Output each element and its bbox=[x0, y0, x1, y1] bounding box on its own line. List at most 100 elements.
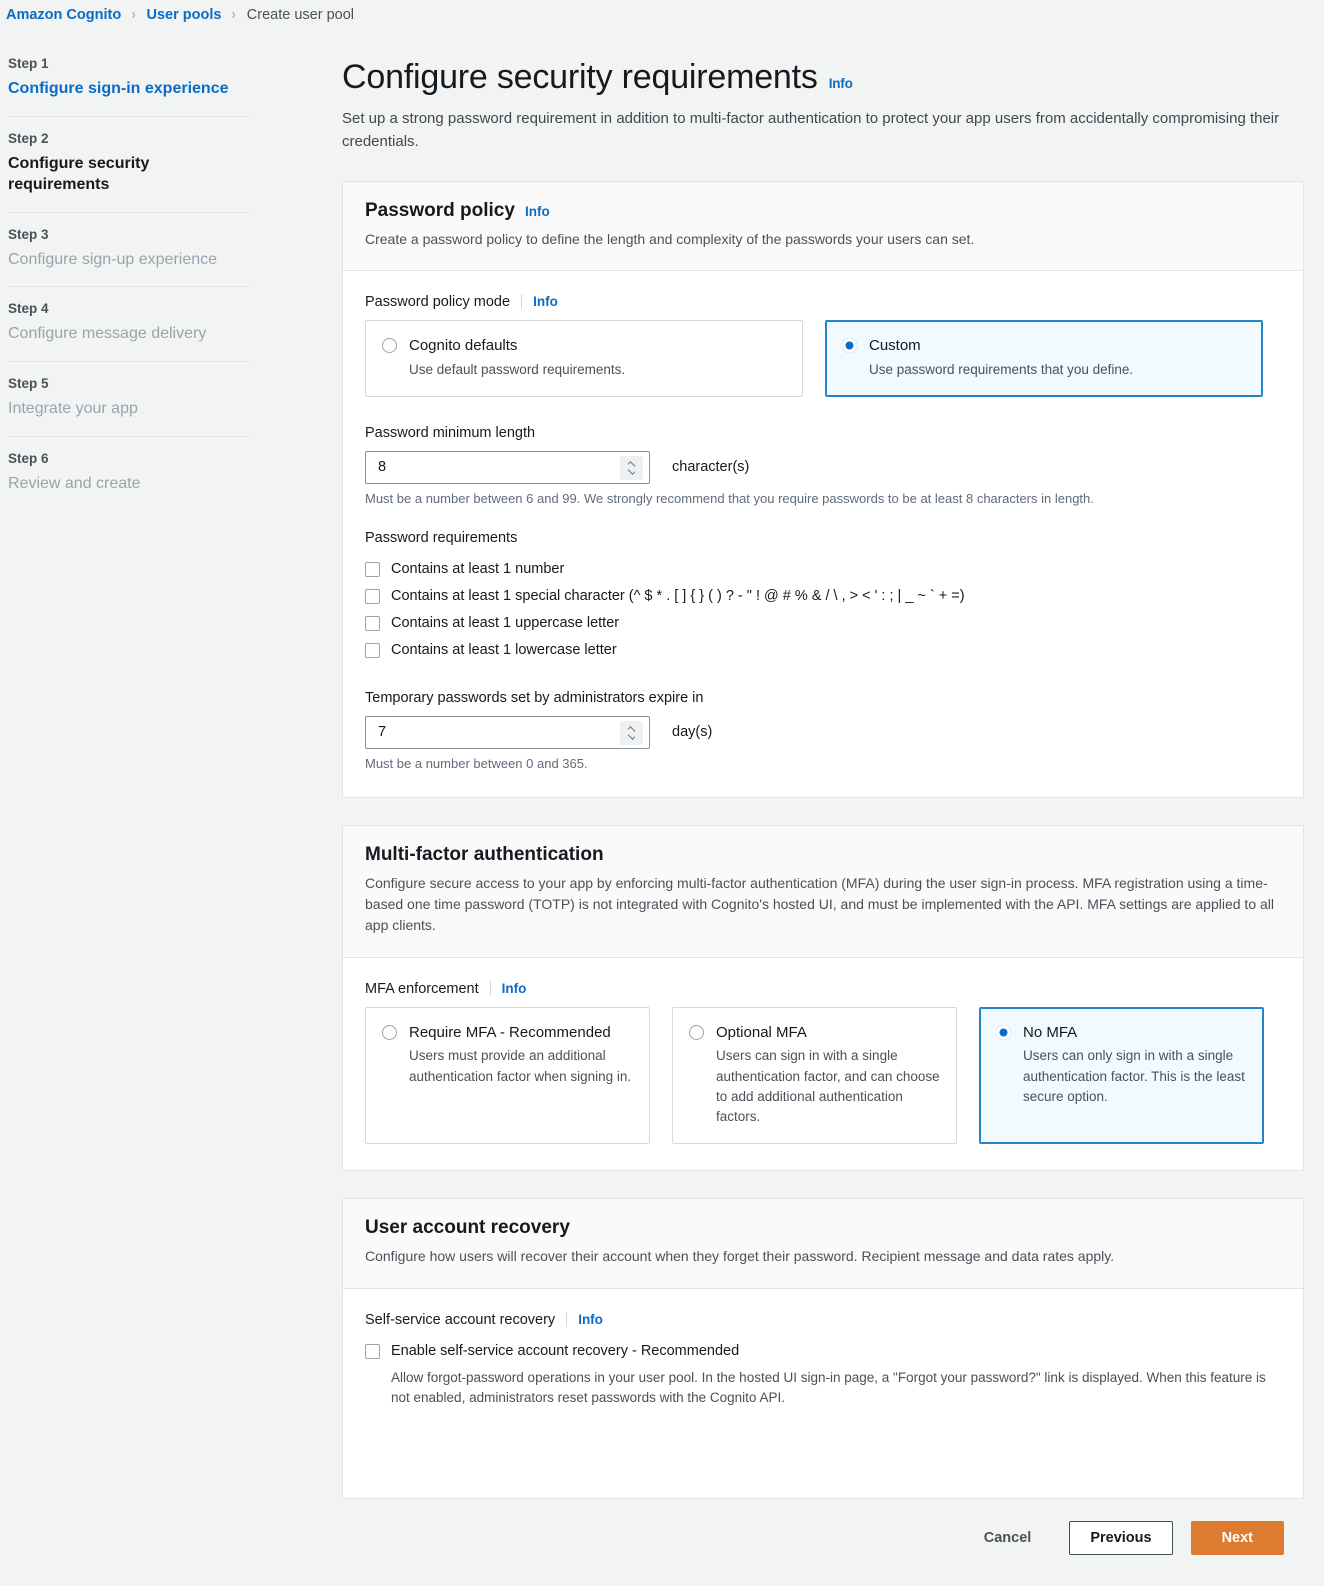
password-policy-title: Password policy Info bbox=[365, 200, 1281, 222]
radio-icon-selected[interactable] bbox=[996, 1024, 1011, 1040]
mfa-card: Multi-factor authentication Configure se… bbox=[342, 824, 1304, 1172]
radio-tile-cognito-defaults[interactable]: Cognito defaults Use default password re… bbox=[365, 319, 803, 397]
chevron-right-icon: › bbox=[131, 6, 136, 23]
radio-icon-unselected[interactable] bbox=[382, 1024, 397, 1040]
radio-icon-unselected[interactable] bbox=[382, 337, 397, 353]
sidebar-item-step-5: Step 5 Integrate your app bbox=[8, 362, 250, 437]
sidebar-item-label: Configure message delivery bbox=[8, 325, 207, 343]
checkbox-label: Contains at least 1 uppercase letter bbox=[391, 614, 620, 631]
label-divider bbox=[489, 981, 491, 997]
mfa-enforcement-label-row: MFA enforcement Info bbox=[365, 981, 1281, 997]
password-min-length-input-wrap[interactable] bbox=[365, 450, 650, 484]
number-stepper[interactable] bbox=[620, 720, 643, 745]
radio-tile-title: No MFA bbox=[1023, 1023, 1078, 1041]
temp-password-expiry-input-wrap[interactable] bbox=[365, 715, 650, 749]
checkbox-row-contains-number[interactable]: Contains at least 1 number bbox=[365, 556, 1281, 583]
temp-password-expiry-help: Must be a number between 0 and 365. bbox=[365, 755, 588, 771]
password-policy-mode-info-link[interactable]: Info bbox=[533, 294, 558, 309]
radio-tile-description: Users can only sign in with a single aut… bbox=[1023, 1048, 1245, 1104]
password-min-length-input[interactable] bbox=[376, 458, 639, 477]
breadcrumb: Amazon Cognito › User pools › Create use… bbox=[0, 0, 1324, 26]
sidebar-item-step-2[interactable]: Step 2 Configure security requirements bbox=[8, 117, 250, 213]
checkbox-row-contains-lowercase[interactable]: Contains at least 1 lowercase letter bbox=[365, 637, 1281, 664]
radio-icon-selected[interactable] bbox=[842, 337, 857, 353]
checkbox-icon[interactable] bbox=[365, 615, 380, 631]
radio-tile-title: Optional MFA bbox=[716, 1023, 807, 1041]
password-min-length-help: Must be a number between 6 and 99. We st… bbox=[365, 490, 1094, 506]
checkbox-row-enable-self-service-recovery[interactable]: Enable self-service account recovery - R… bbox=[365, 1338, 1281, 1365]
radio-tile-no-mfa[interactable]: No MFA Users can only sign in with a sin… bbox=[979, 1006, 1264, 1145]
chevron-down-icon[interactable] bbox=[627, 466, 636, 475]
self-service-recovery-label: Self-service account recovery bbox=[365, 1311, 556, 1328]
radio-tile-description: Users can sign in with a single authenti… bbox=[716, 1048, 940, 1125]
checkbox-icon[interactable] bbox=[365, 642, 380, 658]
checkbox-row-contains-uppercase[interactable]: Contains at least 1 uppercase letter bbox=[365, 610, 1281, 637]
sidebar-item-label[interactable]: Configure sign-in experience bbox=[8, 78, 250, 100]
page-title: Configure security requirements Info bbox=[342, 58, 1304, 97]
password-min-length-row: character(s) bbox=[365, 450, 1281, 484]
temp-password-expiry-label: Temporary passwords set by administrator… bbox=[365, 689, 704, 706]
checkbox-icon[interactable] bbox=[365, 1343, 380, 1359]
checkbox-label: Enable self-service account recovery - R… bbox=[391, 1342, 740, 1359]
mfa-subtitle: Configure secure access to your app by e… bbox=[365, 874, 1274, 934]
radio-tile-title: Cognito defaults bbox=[409, 336, 518, 354]
radio-tile-custom[interactable]: Custom Use password requirements that yo… bbox=[825, 319, 1263, 397]
radio-tile-require-mfa[interactable]: Require MFA - Recommended Users must pro… bbox=[365, 1006, 650, 1145]
sidebar-item-step-6: Step 6 Review and create bbox=[8, 437, 250, 511]
password-policy-mode-options: Cognito defaults Use default password re… bbox=[365, 319, 1281, 397]
user-account-recovery-header: User account recovery Configure how user… bbox=[343, 1199, 1303, 1289]
radio-icon-unselected[interactable] bbox=[689, 1024, 704, 1040]
wizard-steps-sidebar: Step 1 Configure sign-in experience Step… bbox=[0, 26, 250, 510]
wizard-footer: Cancel Previous Next bbox=[342, 1499, 1304, 1579]
checkbox-label: Contains at least 1 number bbox=[391, 560, 565, 577]
tile-header: Optional MFA bbox=[689, 1022, 940, 1044]
self-service-recovery-label-row: Self-service account recovery Info bbox=[365, 1312, 1281, 1328]
checkbox-icon[interactable] bbox=[365, 561, 380, 577]
step-number: Step 6 bbox=[8, 450, 49, 466]
password-policy-info-link[interactable]: Info bbox=[525, 204, 550, 219]
page-layout: Step 1 Configure sign-in experience Step… bbox=[0, 26, 1324, 1579]
checkbox-icon[interactable] bbox=[365, 588, 380, 604]
mfa-title: Multi-factor authentication bbox=[365, 843, 604, 865]
cancel-button[interactable]: Cancel bbox=[964, 1521, 1052, 1555]
sidebar-item-step-3: Step 3 Configure sign-up experience bbox=[8, 213, 250, 288]
mfa-header: Multi-factor authentication Configure se… bbox=[343, 825, 1303, 958]
page-description: Set up a strong password requirement in … bbox=[342, 110, 1280, 151]
label-divider bbox=[566, 1312, 568, 1328]
self-service-recovery-info-link[interactable]: Info bbox=[578, 1312, 603, 1327]
sidebar-item-label: Integrate your app bbox=[8, 399, 138, 417]
checkbox-label: Contains at least 1 special character (^… bbox=[391, 587, 965, 604]
temp-password-expiry-input[interactable] bbox=[376, 723, 639, 742]
sidebar-item-step-1[interactable]: Step 1 Configure sign-in experience bbox=[8, 42, 250, 117]
breadcrumb-item-user-pools[interactable]: User pools bbox=[147, 7, 222, 23]
breadcrumb-item-amazon-cognito[interactable]: Amazon Cognito bbox=[6, 7, 121, 23]
password-policy-title-text: Password policy bbox=[365, 199, 515, 221]
sidebar-item-label: Configure security requirements bbox=[8, 154, 150, 194]
radio-tile-description: Use default password requirements. bbox=[409, 361, 626, 377]
chevron-right-icon: › bbox=[232, 6, 237, 23]
number-stepper[interactable] bbox=[620, 455, 643, 480]
sidebar-item-label: Review and create bbox=[8, 474, 141, 492]
mfa-body: MFA enforcement Info Require MFA - Recom… bbox=[343, 958, 1303, 1171]
step-number: Step 2 bbox=[8, 130, 49, 146]
user-account-recovery-subtitle: Configure how users will recover their a… bbox=[365, 1248, 1115, 1265]
page-title-info-link[interactable]: Info bbox=[829, 76, 853, 91]
user-account-recovery-title: User account recovery bbox=[365, 1217, 570, 1239]
temp-password-expiry-unit: day(s) bbox=[672, 724, 713, 741]
tile-header: Cognito defaults bbox=[382, 335, 786, 357]
chevron-down-icon[interactable] bbox=[627, 731, 636, 740]
radio-tile-optional-mfa[interactable]: Optional MFA Users can sign in with a si… bbox=[672, 1006, 957, 1145]
step-number: Step 3 bbox=[8, 226, 49, 242]
password-requirements-label: Password requirements bbox=[365, 529, 518, 546]
previous-button[interactable]: Previous bbox=[1069, 1521, 1173, 1556]
next-button[interactable]: Next bbox=[1190, 1521, 1284, 1556]
radio-tile-description: Users must provide an additional authent… bbox=[409, 1048, 632, 1084]
temp-password-expiry-row: day(s) bbox=[365, 715, 1281, 749]
step-number: Step 5 bbox=[8, 375, 49, 391]
mfa-enforcement-info-link[interactable]: Info bbox=[502, 981, 527, 996]
radio-tile-title: Custom bbox=[869, 336, 921, 354]
checkbox-row-contains-special-character[interactable]: Contains at least 1 special character (^… bbox=[365, 583, 1281, 610]
password-policy-body: Password policy mode Info Cognito defaul… bbox=[343, 271, 1303, 797]
breadcrumb-item-create-user-pool: Create user pool bbox=[246, 7, 354, 23]
tile-header: Custom bbox=[842, 335, 1246, 357]
